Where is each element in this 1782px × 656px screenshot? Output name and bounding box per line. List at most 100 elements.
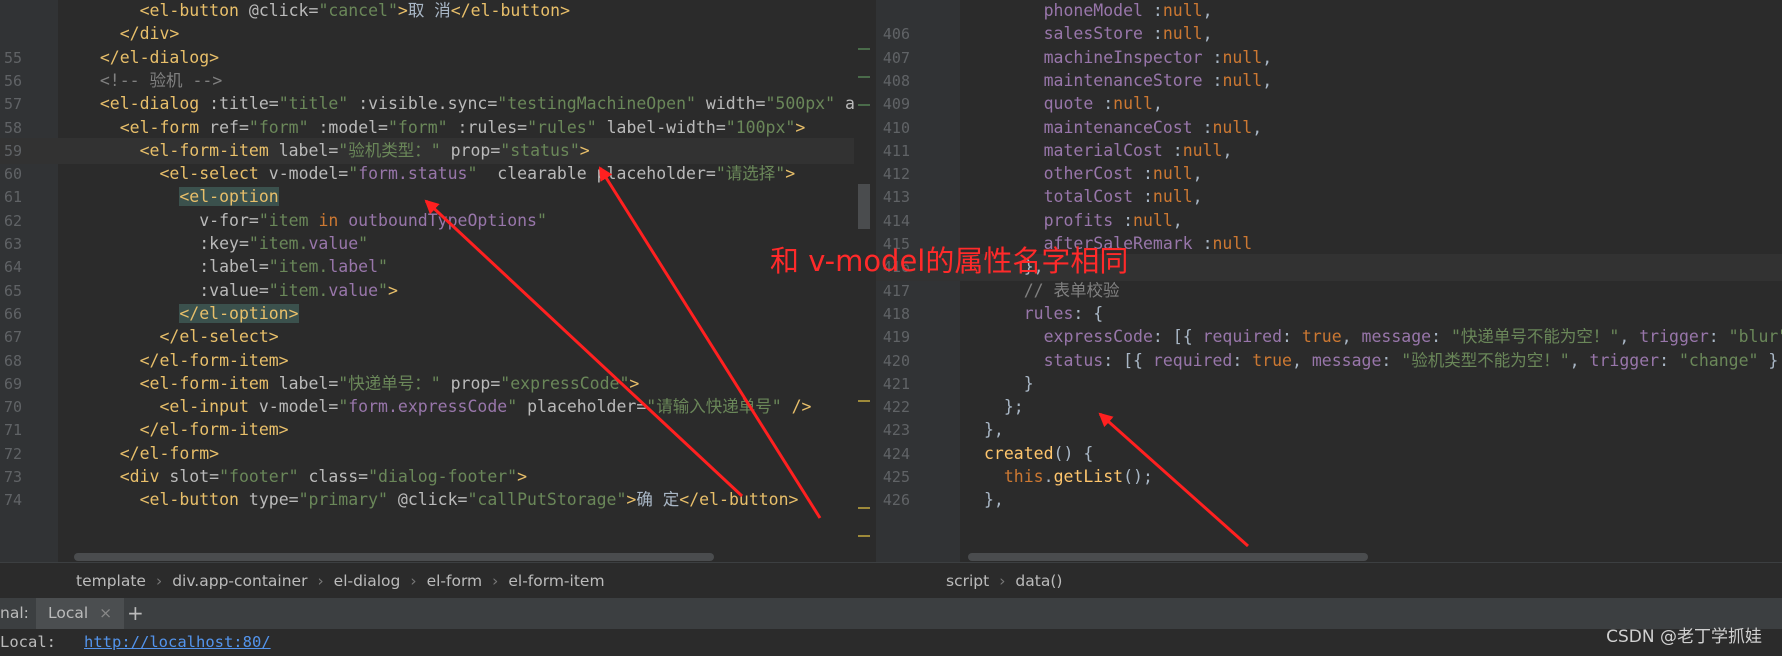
code-token: otherCost xyxy=(1043,164,1143,184)
code-token: (); xyxy=(1123,467,1153,486)
code-token: <!-- 验机 --> xyxy=(80,70,223,90)
code-token: " xyxy=(537,210,547,230)
code-token: "callPutStorage" xyxy=(467,490,627,510)
code-token: : xyxy=(1142,164,1153,184)
code-token: "500px" xyxy=(765,94,845,114)
code-token: : xyxy=(1142,187,1153,207)
code-token: true xyxy=(1252,350,1292,370)
code-token: <el-option xyxy=(179,187,279,207)
add-tab-icon[interactable]: + xyxy=(127,598,144,629)
code-token: <el-button xyxy=(139,1,249,20)
left-horizontal-scrollbar[interactable] xyxy=(74,553,714,561)
code-token: " xyxy=(507,397,528,417)
code-token: ref= xyxy=(209,117,249,137)
breadcrumb-separator: › xyxy=(410,572,417,590)
right-horizontal-scrollbar[interactable] xyxy=(968,553,1368,561)
breadcrumb-item[interactable]: template xyxy=(76,563,146,599)
code-token: : xyxy=(1152,1,1163,20)
tab-local[interactable]: Local × xyxy=(36,598,125,631)
code-token: v-model= xyxy=(258,397,339,417)
code-token: "title" xyxy=(278,94,359,114)
code-token: quote xyxy=(1043,94,1104,114)
code-token: "form" xyxy=(388,117,458,137)
close-icon[interactable]: × xyxy=(99,604,112,622)
breadcrumb-item[interactable]: el-dialog xyxy=(334,563,401,599)
code-token: 取 消 xyxy=(407,1,451,20)
code-token: : xyxy=(1103,94,1114,114)
code-token: " xyxy=(378,257,388,277)
code-token: required xyxy=(1202,327,1283,347)
watermark: CSDN @老丁学抓娃 xyxy=(1606,627,1762,647)
code-token: > xyxy=(517,467,528,486)
code-token: form.status xyxy=(358,164,468,184)
code-token: : xyxy=(1381,350,1402,370)
code-line[interactable]: 74 <el-button type="primary" @click="cal… xyxy=(0,487,876,514)
code-token: , xyxy=(1202,1,1213,20)
left-editor-pane[interactable]: <el-button @click="cancel">取 消</el-butto… xyxy=(0,0,876,562)
right-breadcrumb: script › data() xyxy=(876,562,1782,598)
code-token: :title= xyxy=(209,94,279,114)
code-token: } xyxy=(984,373,1034,393)
code-token: null xyxy=(1113,94,1153,114)
code-token: created xyxy=(984,443,1054,463)
breadcrumb-item[interactable]: el-form xyxy=(427,563,483,599)
code-token: : [{ xyxy=(1152,327,1203,347)
code-token: , xyxy=(1202,24,1213,44)
code-token: , xyxy=(1152,94,1163,114)
code-token: : xyxy=(1152,24,1163,44)
code-token: clearable xyxy=(497,164,597,184)
code-token: : xyxy=(1708,327,1729,347)
code-token: @click= xyxy=(397,490,468,510)
code-token: "item xyxy=(258,210,319,230)
scroll-thumb[interactable] xyxy=(858,184,870,229)
localhost-link[interactable]: http://localhost:80/ xyxy=(84,629,271,656)
code-token: : xyxy=(1202,117,1213,137)
code-token: trigger xyxy=(1589,350,1660,370)
code-line[interactable]: 426}, xyxy=(876,487,1782,514)
code-token: machineInspector xyxy=(1043,47,1213,67)
code-token: this xyxy=(1003,467,1044,486)
warning-mark xyxy=(858,507,870,509)
code-token: status xyxy=(1043,350,1104,370)
code-token: "请输入快递单号" xyxy=(646,397,792,417)
code-token: , xyxy=(1569,350,1590,370)
breadcrumb-item[interactable]: script xyxy=(946,563,989,599)
code-token: value xyxy=(308,234,359,253)
code-token: "blur" xyxy=(1728,327,1782,347)
code-token: placeholder= xyxy=(596,164,716,184)
left-error-stripe[interactable] xyxy=(854,0,876,562)
code-token: </el-select> xyxy=(159,327,279,347)
code-token: profits xyxy=(1043,210,1124,230)
code-token: }, xyxy=(984,490,1004,510)
code-token: "验机类型不能为空！" xyxy=(1401,350,1570,370)
right-editor-pane[interactable]: phoneModel :null, 406 salesStore :null, 40… xyxy=(876,0,1782,562)
code-token: :key= xyxy=(199,234,249,253)
code-token: required xyxy=(1152,350,1233,370)
breadcrumb-item[interactable]: el-form-item xyxy=(508,563,604,599)
code-token: "change" xyxy=(1678,350,1759,370)
breadcrumb-item[interactable]: data() xyxy=(1015,563,1062,599)
breadcrumb-item[interactable]: div.app-container xyxy=(172,563,307,599)
terminal-panel: nal: Local × + Local: http://localhost:8… xyxy=(0,598,1782,656)
code-token: > xyxy=(397,1,408,20)
code-token: " xyxy=(358,234,369,253)
code-token: }; xyxy=(984,397,1024,417)
code-token: null xyxy=(1212,234,1253,253)
code-token: "100px" xyxy=(725,117,796,137)
